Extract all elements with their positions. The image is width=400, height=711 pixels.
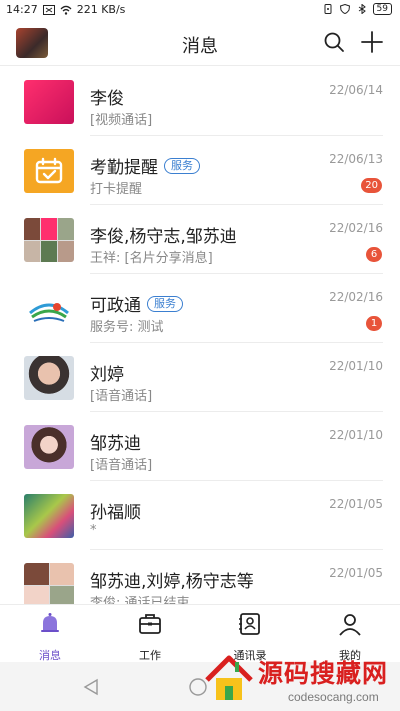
conversation-preview: [语音通话] bbox=[90, 389, 153, 404]
conversation-preview: [语音通话] bbox=[90, 458, 153, 473]
message-item[interactable]: 可政通 服务 服务号: 测试 22/02/16 1 bbox=[0, 274, 400, 343]
conversation-name: 考勤提醒 bbox=[90, 158, 158, 178]
conversation-name: 李俊,杨守志,邹苏迪 bbox=[90, 227, 237, 247]
tab-label: 工作 bbox=[139, 649, 161, 662]
conversation-date: 22/01/05 bbox=[329, 566, 383, 580]
bluetooth-icon bbox=[358, 4, 366, 14]
conversation-name: 邹苏迪 bbox=[90, 434, 141, 454]
conversation-name: 可政通 bbox=[90, 296, 141, 316]
vibrate-icon bbox=[324, 4, 332, 14]
unread-badge: 20 bbox=[361, 178, 382, 193]
bell-icon bbox=[41, 613, 59, 632]
conversation-preview: 李俊: 通话已结束 bbox=[90, 596, 190, 604]
app-header: 消息 bbox=[0, 20, 400, 66]
message-item[interactable]: 孙福顺 * 22/01/05 bbox=[0, 481, 400, 550]
group-avatar bbox=[24, 218, 74, 262]
conversation-date: 22/06/13 bbox=[329, 152, 383, 166]
message-item[interactable]: 李俊 [视频通话] 22/06/14 bbox=[0, 67, 400, 136]
conversation-avatar bbox=[24, 80, 74, 124]
conversation-name: 邹苏迪,刘婷,杨守志等 bbox=[90, 572, 254, 592]
status-bar: 14:27 221 KB/s 59 bbox=[0, 0, 400, 20]
message-list: 李俊 [视频通话] 22/06/14 考勤提醒 服务 打卡提醒 22/06/13… bbox=[0, 67, 400, 604]
watermark: 源码搜藏网 codesocang.com bbox=[200, 640, 400, 711]
status-time: 14:27 bbox=[6, 3, 38, 16]
conversation-date: 22/01/10 bbox=[329, 359, 383, 373]
watermark-title: 源码搜藏网 bbox=[258, 659, 389, 688]
contact-avatar bbox=[24, 425, 74, 469]
message-item[interactable]: 邹苏迪 [语音通话] 22/01/10 bbox=[0, 412, 400, 481]
sim-off-icon bbox=[42, 4, 55, 15]
group-avatar bbox=[24, 563, 74, 604]
conversation-preview: 服务号: 测试 bbox=[90, 320, 164, 335]
conversation-preview: [视频通话] bbox=[90, 113, 153, 128]
plus-icon[interactable] bbox=[360, 30, 384, 54]
network-speed: 221 KB/s bbox=[76, 3, 126, 16]
tab-messages[interactable]: 消息 bbox=[20, 611, 80, 663]
conversation-preview: * bbox=[90, 523, 97, 538]
conversation-date: 22/01/10 bbox=[329, 428, 383, 442]
contact-avatar bbox=[24, 494, 74, 538]
service-tag: 服务 bbox=[164, 157, 200, 174]
calendar-check-icon bbox=[24, 149, 74, 193]
back-triangle-icon[interactable] bbox=[82, 678, 100, 696]
search-icon[interactable] bbox=[322, 30, 346, 54]
conversation-date: 22/02/16 bbox=[329, 290, 383, 304]
conversation-date: 22/02/16 bbox=[329, 221, 383, 235]
unread-badge: 1 bbox=[366, 316, 382, 331]
conversation-preview: 王祥: [名片分享消息] bbox=[90, 251, 213, 266]
conversation-name: 孙福顺 bbox=[90, 503, 141, 523]
user-icon bbox=[339, 614, 361, 636]
tab-label: 消息 bbox=[39, 649, 61, 662]
wifi-icon bbox=[60, 5, 72, 15]
contact-avatar bbox=[24, 356, 74, 400]
kezhengtong-logo-icon bbox=[24, 287, 74, 331]
conversation-name: 刘婷 bbox=[90, 365, 124, 385]
conversation-date: 22/01/05 bbox=[329, 497, 383, 511]
contacts-icon bbox=[239, 613, 260, 635]
message-item[interactable]: 刘婷 [语音通话] 22/01/10 bbox=[0, 343, 400, 412]
conversation-preview: 打卡提醒 bbox=[90, 182, 143, 197]
message-item[interactable]: 李俊,杨守志,邹苏迪 王祥: [名片分享消息] 22/02/16 6 bbox=[0, 205, 400, 274]
conversation-date: 22/06/14 bbox=[329, 83, 383, 97]
house-logo-icon bbox=[205, 655, 253, 700]
briefcase-icon bbox=[139, 614, 161, 634]
message-item[interactable]: 考勤提醒 服务 打卡提醒 22/06/13 20 bbox=[0, 136, 400, 205]
shield-icon bbox=[339, 4, 350, 14]
tab-work[interactable]: 工作 bbox=[120, 611, 180, 663]
watermark-url: codesocang.com bbox=[288, 690, 379, 704]
message-item[interactable]: 邹苏迪,刘婷,杨守志等 李俊: 通话已结束 22/01/05 bbox=[0, 550, 400, 604]
conversation-name: 李俊 bbox=[90, 89, 124, 109]
service-tag: 服务 bbox=[147, 295, 183, 312]
battery-level: 59 bbox=[372, 3, 392, 15]
unread-badge: 6 bbox=[366, 247, 382, 262]
